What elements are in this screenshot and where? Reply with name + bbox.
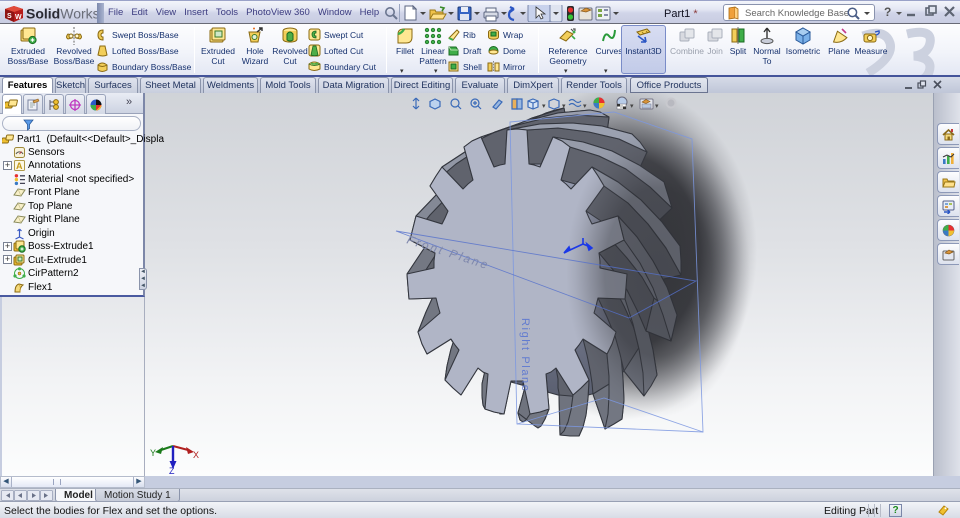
svg-text:▾: ▾	[630, 103, 634, 110]
svg-text:Z: Z	[169, 466, 175, 476]
svg-text:Y: Y	[150, 448, 156, 458]
svg-text:X: X	[193, 450, 199, 460]
svg-text:▾: ▾	[583, 103, 587, 110]
svg-text:▾: ▾	[655, 103, 659, 110]
svg-text:SolidWorks: SolidWorks	[26, 6, 100, 22]
svg-text:A: A	[16, 161, 23, 171]
svg-text:▾: ▾	[542, 103, 546, 110]
svg-text:Part1 *: Part1 *	[664, 8, 698, 20]
svg-text:Right Plane: Right Plane	[519, 318, 531, 392]
svg-text:W: W	[15, 14, 22, 21]
svg-text:S: S	[7, 13, 12, 20]
svg-text:▾: ▾	[562, 103, 566, 110]
